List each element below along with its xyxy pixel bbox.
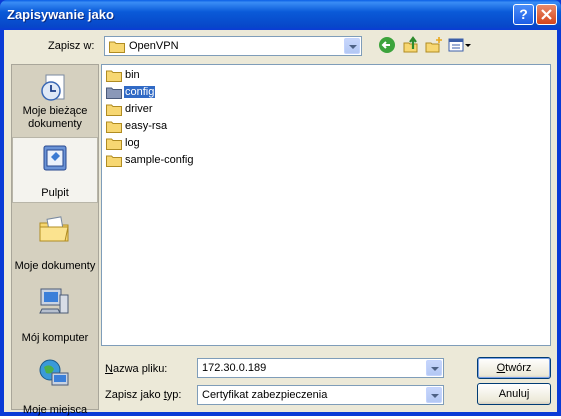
- title-bar[interactable]: Zapisywanie jako ?: [0, 0, 561, 30]
- place-recent-documents[interactable]: Moje bieżące dokumenty: [12, 67, 98, 133]
- save-as-dialog: Zapisywanie jako ? Zapisz w: OpenVPN Moj…: [0, 0, 561, 416]
- network-places-icon: [39, 359, 69, 386]
- recent-documents-icon: [41, 74, 65, 101]
- open-button[interactable]: Otwórz: [477, 357, 551, 379]
- folder-icon: [106, 138, 122, 150]
- places-bar: Moje bieżące dokumenty Pulpit Moje dokume…: [11, 64, 99, 416]
- save-as-type-select[interactable]: Certyfikat zabezpieczenia: [197, 385, 444, 405]
- help-button[interactable]: ?: [513, 4, 534, 25]
- folder-icon: [106, 87, 122, 99]
- place-my-documents[interactable]: Moje dokumenty: [12, 209, 98, 275]
- back-icon[interactable]: [378, 36, 396, 54]
- window-title: Zapisywanie jako: [7, 7, 114, 22]
- save-in-value: OpenVPN: [129, 40, 179, 52]
- new-folder-icon[interactable]: [425, 36, 443, 54]
- folder-icon: [106, 155, 122, 167]
- save-in-combo[interactable]: OpenVPN: [104, 36, 362, 56]
- place-my-computer[interactable]: Mój komputer: [12, 281, 98, 347]
- place-label: Moje bieżące dokumenty: [22, 105, 88, 130]
- chevron-down-icon[interactable]: [426, 387, 442, 403]
- folder-icon: [106, 104, 122, 116]
- folder-icon: [106, 121, 122, 133]
- view-menu-icon[interactable]: [448, 36, 472, 54]
- place-label: Moje miejsca: [22, 404, 88, 416]
- filename-label: Nazwa pliku:: [105, 363, 168, 375]
- cancel-button[interactable]: Anuluj: [477, 383, 551, 405]
- place-label: Moje dokumenty: [14, 260, 96, 272]
- filename-value: 172.30.0.189: [202, 362, 267, 374]
- folder-icon: [109, 41, 125, 53]
- place-desktop[interactable]: Pulpit: [12, 137, 98, 203]
- save-as-type-label: Zapisz jako typ:: [105, 389, 182, 401]
- filename-input[interactable]: 172.30.0.189: [197, 358, 444, 378]
- chevron-down-icon[interactable]: [344, 38, 360, 54]
- close-icon: [541, 9, 552, 20]
- desktop-icon: [43, 145, 67, 171]
- folder-icon: [106, 70, 122, 82]
- file-list[interactable]: bin config driver easy-rsa log sample-co…: [101, 64, 551, 346]
- close-button[interactable]: [536, 4, 557, 25]
- dialog-body: Zapisz w: OpenVPN Moje bieżące dokumenty …: [4, 30, 557, 416]
- save-in-label: Zapisz w:: [48, 40, 95, 52]
- my-computer-icon: [39, 288, 69, 314]
- place-label: Mój komputer: [21, 332, 89, 344]
- up-folder-icon[interactable]: [402, 36, 420, 54]
- place-label: Pulpit: [41, 187, 69, 199]
- my-documents-icon: [39, 216, 69, 242]
- chevron-down-icon[interactable]: [426, 360, 442, 376]
- save-as-type-value: Certyfikat zabezpieczenia: [202, 389, 328, 401]
- place-network-places[interactable]: Moje miejsca: [12, 353, 98, 419]
